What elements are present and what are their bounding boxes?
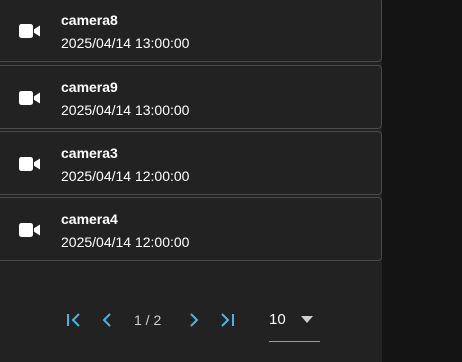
chevron-left-icon	[102, 313, 111, 327]
page-size-select[interactable]: 10	[269, 308, 320, 342]
camera-name: camera9	[61, 79, 118, 95]
camera-timestamp: 2025/04/14 13:00:00	[61, 35, 190, 51]
video-camera-icon	[19, 222, 41, 238]
camera-name: camera8	[61, 12, 118, 28]
last-page-button[interactable]	[216, 309, 238, 331]
camera-name: camera4	[61, 211, 118, 227]
page-indicator: 1 / 2	[134, 312, 162, 328]
camera-timestamp: 2025/04/14 13:00:00	[61, 102, 190, 118]
camera-timestamp: 2025/04/14 12:00:00	[61, 234, 190, 250]
right-empty-area	[382, 0, 462, 362]
first-page-icon	[67, 313, 80, 327]
previous-page-button[interactable]	[96, 309, 118, 331]
camera-list-item[interactable]: camera9 2025/04/14 13:00:00	[0, 65, 382, 129]
camera-list-item[interactable]: camera3 2025/04/14 12:00:00	[0, 131, 382, 195]
chevron-right-icon	[190, 313, 199, 327]
first-page-button[interactable]	[63, 309, 85, 331]
camera-list-item[interactable]: camera8 2025/04/14 13:00:00	[0, 0, 382, 62]
video-camera-icon	[19, 23, 41, 39]
video-camera-icon	[19, 156, 41, 172]
next-page-button[interactable]	[183, 309, 205, 331]
camera-name: camera3	[61, 145, 118, 161]
camera-timestamp: 2025/04/14 12:00:00	[61, 168, 190, 184]
last-page-icon	[221, 313, 234, 327]
page-size-value: 10	[269, 311, 286, 328]
camera-list-panel: camera8 2025/04/14 13:00:00 camera9 2025…	[0, 0, 382, 362]
video-camera-icon	[19, 90, 41, 106]
camera-list-item[interactable]: camera4 2025/04/14 12:00:00	[0, 197, 382, 261]
dropdown-arrow-icon	[301, 316, 313, 323]
pagination: 1 / 2 10	[0, 300, 382, 342]
